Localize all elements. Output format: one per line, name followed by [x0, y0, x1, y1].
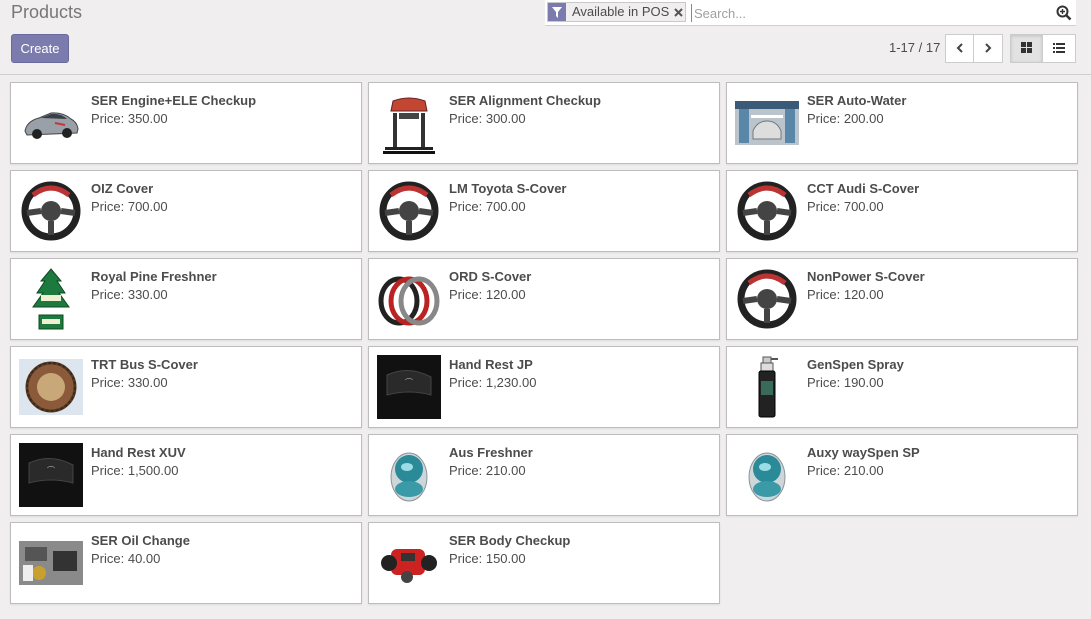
grid-icon	[1021, 41, 1032, 56]
list-view-button[interactable]	[1043, 34, 1076, 63]
product-name: CCT Audi S-Cover	[807, 181, 920, 196]
product-price: Price: 210.00	[807, 463, 884, 478]
armrest-icon: ⌒	[377, 355, 441, 419]
steering-wheel-icon	[735, 179, 799, 243]
product-name: Hand Rest XUV	[91, 445, 186, 460]
armrest-icon: ⌒	[19, 443, 83, 507]
product-card[interactable]: OIZ Cover Price: 700.00	[10, 170, 362, 252]
product-price: Price: 210.00	[449, 463, 526, 478]
steering-wheel-icon	[19, 179, 83, 243]
product-name: GenSpen Spray	[807, 357, 904, 372]
facet-label: Available in POS	[566, 3, 674, 21]
page-title: Products	[11, 2, 83, 22]
list-icon	[1053, 41, 1065, 56]
product-card[interactable]: ORD S-Cover Price: 120.00	[368, 258, 720, 340]
search-icon[interactable]	[1056, 5, 1072, 21]
product-name: SER Body Checkup	[449, 533, 571, 548]
product-card[interactable]: NonPower S-Cover Price: 120.00	[726, 258, 1078, 340]
product-name: NonPower S-Cover	[807, 269, 925, 284]
product-name: SER Engine+ELE Checkup	[91, 93, 257, 108]
steering-wheel-icon	[735, 267, 799, 331]
product-name: LM Toyota S-Cover	[449, 181, 567, 196]
product-price: Price: 120.00	[807, 287, 884, 302]
product-name: Auxy waySpen SP	[807, 445, 920, 460]
wheel-covers-icon	[377, 267, 441, 331]
search-input[interactable]	[691, 4, 1041, 22]
product-card[interactable]: GenSpen Spray Price: 190.00	[726, 346, 1078, 428]
product-card[interactable]: Royal Pine Freshner Price: 330.00	[10, 258, 362, 340]
product-name: Aus Freshner	[449, 445, 533, 460]
gel-freshener-icon	[377, 443, 441, 507]
car-parts-icon	[377, 531, 441, 595]
car-icon	[19, 91, 83, 155]
steering-wheel-icon	[377, 179, 441, 243]
car-wash-icon	[735, 91, 799, 155]
product-name: Royal Pine Freshner	[91, 269, 217, 284]
product-card[interactable]: ⌒ Hand Rest XUV Price: 1,500.00	[10, 434, 362, 516]
product-price: Price: 700.00	[807, 199, 884, 214]
pager-next-button[interactable]	[974, 34, 1003, 63]
product-card[interactable]: SER Oil Change Price: 40.00	[10, 522, 362, 604]
tree-freshener-icon	[19, 267, 83, 331]
product-price: Price: 330.00	[91, 375, 168, 390]
product-card[interactable]: Aus Freshner Price: 210.00	[368, 434, 720, 516]
search-bar[interactable]: Available in POS	[545, 0, 1076, 26]
product-name: ORD S-Cover	[449, 269, 532, 284]
product-price: Price: 300.00	[449, 111, 526, 126]
gel-freshener-icon	[735, 443, 799, 507]
product-card[interactable]: LM Toyota S-Cover Price: 700.00	[368, 170, 720, 252]
product-price: Price: 200.00	[807, 111, 884, 126]
product-price: Price: 350.00	[91, 111, 168, 126]
engine-icon	[19, 531, 83, 595]
product-price: Price: 190.00	[807, 375, 884, 390]
filter-icon	[548, 3, 566, 21]
product-card[interactable]: SER Engine+ELE Checkup Price: 350.00	[10, 82, 362, 164]
product-price: Price: 330.00	[91, 287, 168, 302]
product-name: Hand Rest JP	[449, 357, 533, 372]
product-price: Price: 1,500.00	[91, 463, 179, 478]
pager-value[interactable]: 1-17 / 17	[889, 40, 940, 55]
kanban-view-button[interactable]	[1010, 34, 1043, 63]
product-card[interactable]: ⌒ Hand Rest JP Price: 1,230.00	[368, 346, 720, 428]
chevron-left-icon	[956, 41, 964, 56]
product-card[interactable]: CCT Audi S-Cover Price: 700.00	[726, 170, 1078, 252]
car-lift-icon	[377, 91, 441, 155]
chevron-right-icon	[984, 41, 992, 56]
product-price: Price: 120.00	[449, 287, 526, 302]
product-price: Price: 700.00	[449, 199, 526, 214]
product-card[interactable]: TRT Bus S-Cover Price: 330.00	[10, 346, 362, 428]
product-card[interactable]: SER Body Checkup Price: 150.00	[368, 522, 720, 604]
create-button[interactable]: Create	[11, 34, 69, 63]
spray-bottle-icon	[735, 355, 799, 419]
svg-text:⌒: ⌒	[405, 378, 413, 387]
bus-wheel-cover-icon	[19, 355, 83, 419]
product-price: Price: 1,230.00	[449, 375, 537, 390]
product-name: SER Alignment Checkup	[449, 93, 601, 108]
product-card[interactable]: SER Auto-Water Price: 200.00	[726, 82, 1078, 164]
product-name: SER Oil Change	[91, 533, 190, 548]
product-kanban: SER Engine+ELE Checkup Price: 350.00 SER A…	[10, 82, 1078, 604]
product-price: Price: 40.00	[91, 551, 161, 566]
control-panel: Products Available in POS Create 1-17 / …	[0, 0, 1091, 75]
product-card[interactable]: Auxy waySpen SP Price: 210.00	[726, 434, 1078, 516]
product-name: TRT Bus S-Cover	[91, 357, 198, 372]
product-name: OIZ Cover	[91, 181, 154, 196]
remove-facet-icon[interactable]	[673, 3, 686, 21]
product-price: Price: 150.00	[449, 551, 526, 566]
search-facet[interactable]: Available in POS	[547, 2, 687, 22]
svg-text:⌒: ⌒	[47, 466, 55, 475]
product-card[interactable]: SER Alignment Checkup Price: 300.00	[368, 82, 720, 164]
product-price: Price: 700.00	[91, 199, 168, 214]
pager-previous-button[interactable]	[945, 34, 974, 63]
product-name: SER Auto-Water	[807, 93, 907, 108]
